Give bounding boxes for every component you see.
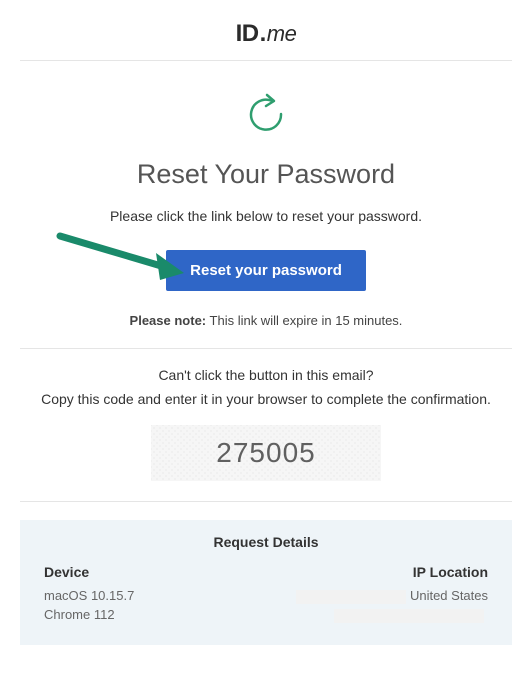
ip-redacted-row: [266, 608, 488, 624]
request-details-panel: Request Details Device macOS 10.15.7 Chr…: [20, 520, 512, 645]
device-header: Device: [44, 564, 266, 580]
device-os: macOS 10.15.7: [44, 588, 266, 603]
section-divider: [20, 348, 512, 349]
reset-circular-arrow-icon: [241, 89, 291, 139]
idme-logo: ID.me: [236, 20, 297, 48]
logo-id: ID: [236, 20, 259, 48]
redacted-ip: [296, 590, 406, 604]
details-title: Request Details: [44, 534, 488, 550]
alt-subtitle: Copy this code and enter it in your brow…: [20, 391, 512, 407]
ip-column: IP Location United States: [266, 564, 488, 627]
email-header: ID.me: [20, 0, 512, 61]
ip-country-row: United States: [266, 588, 488, 604]
ip-country: United States: [410, 588, 488, 603]
page-subtitle: Please click the link below to reset you…: [20, 208, 512, 224]
section-divider-2: [20, 501, 512, 502]
note-text: This link will expire in 15 minutes.: [206, 313, 402, 328]
device-browser: Chrome 112: [44, 607, 266, 622]
logo-dot: .: [260, 20, 266, 48]
redacted-line: [334, 609, 484, 623]
logo-me: me: [267, 21, 297, 47]
confirmation-code: 275005: [151, 425, 381, 481]
annotation-arrow-icon: [56, 228, 186, 293]
note-label: Please note:: [130, 313, 207, 328]
device-column: Device macOS 10.15.7 Chrome 112: [44, 564, 266, 627]
alt-title: Can't click the button in this email?: [20, 367, 512, 383]
cta-row: Reset your password: [20, 250, 512, 291]
ip-header: IP Location: [266, 564, 488, 580]
page-title: Reset Your Password: [20, 159, 512, 190]
expiry-note: Please note: This link will expire in 15…: [20, 313, 512, 328]
hero-icon-row: [20, 61, 512, 159]
reset-password-button[interactable]: Reset your password: [166, 250, 366, 291]
